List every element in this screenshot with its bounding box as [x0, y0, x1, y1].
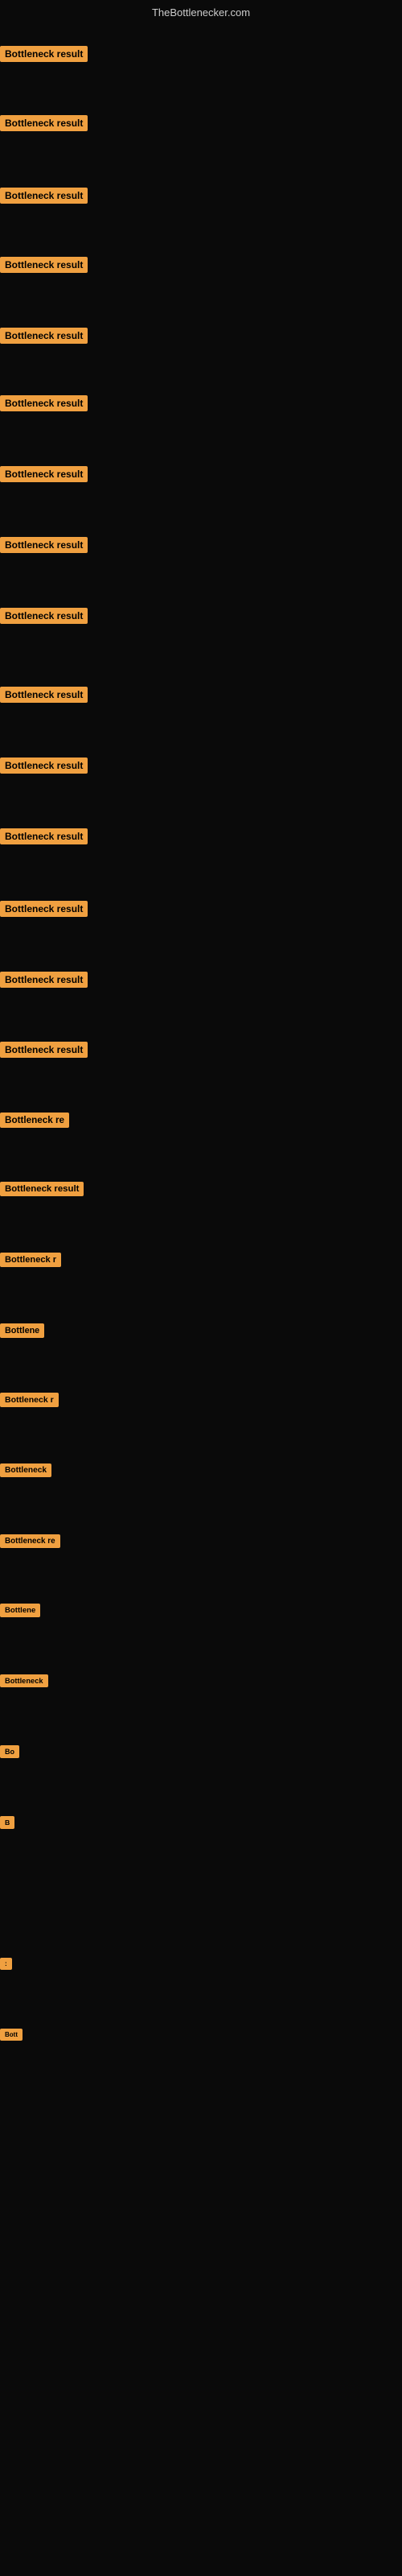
bottleneck-result-label-26: B [0, 1816, 14, 1829]
bottleneck-result-label-28: : [0, 1958, 12, 1970]
bottleneck-result-label-24: Bottleneck [0, 1674, 48, 1687]
bottleneck-result-label-3: Bottleneck result [0, 188, 88, 204]
bottleneck-result-label-4: Bottleneck result [0, 257, 88, 273]
bottleneck-result-label-13: Bottleneck result [0, 901, 88, 917]
bottleneck-result-label-2: Bottleneck result [0, 115, 88, 131]
bottleneck-result-label-20: Bottleneck r [0, 1393, 59, 1407]
bottleneck-result-label-23: Bottlene [0, 1604, 40, 1617]
bottleneck-result-label-16: Bottleneck re [0, 1113, 69, 1128]
bottleneck-result-label-7: Bottleneck result [0, 466, 88, 482]
bottleneck-result-label-14: Bottleneck result [0, 972, 88, 988]
bottleneck-result-label-8: Bottleneck result [0, 537, 88, 553]
bottleneck-result-label-5: Bottleneck result [0, 328, 88, 344]
bottleneck-result-label-1: Bottleneck result [0, 46, 88, 62]
bottleneck-result-label-25: Bo [0, 1745, 19, 1758]
bottleneck-result-label-12: Bottleneck result [0, 828, 88, 844]
bottleneck-result-label-15: Bottleneck result [0, 1042, 88, 1058]
bottleneck-result-label-29: Bott [0, 2029, 23, 2041]
bottleneck-result-label-11: Bottleneck result [0, 758, 88, 774]
bottleneck-result-label-9: Bottleneck result [0, 608, 88, 624]
bottleneck-result-label-18: Bottleneck r [0, 1253, 61, 1267]
bottleneck-result-label-6: Bottleneck result [0, 395, 88, 411]
bottleneck-result-label-21: Bottleneck [0, 1463, 51, 1477]
bottleneck-result-label-19: Bottlene [0, 1323, 44, 1338]
bottleneck-result-label-17: Bottleneck result [0, 1182, 84, 1196]
bottleneck-result-label-22: Bottleneck re [0, 1534, 60, 1548]
bottleneck-result-label-10: Bottleneck result [0, 687, 88, 703]
